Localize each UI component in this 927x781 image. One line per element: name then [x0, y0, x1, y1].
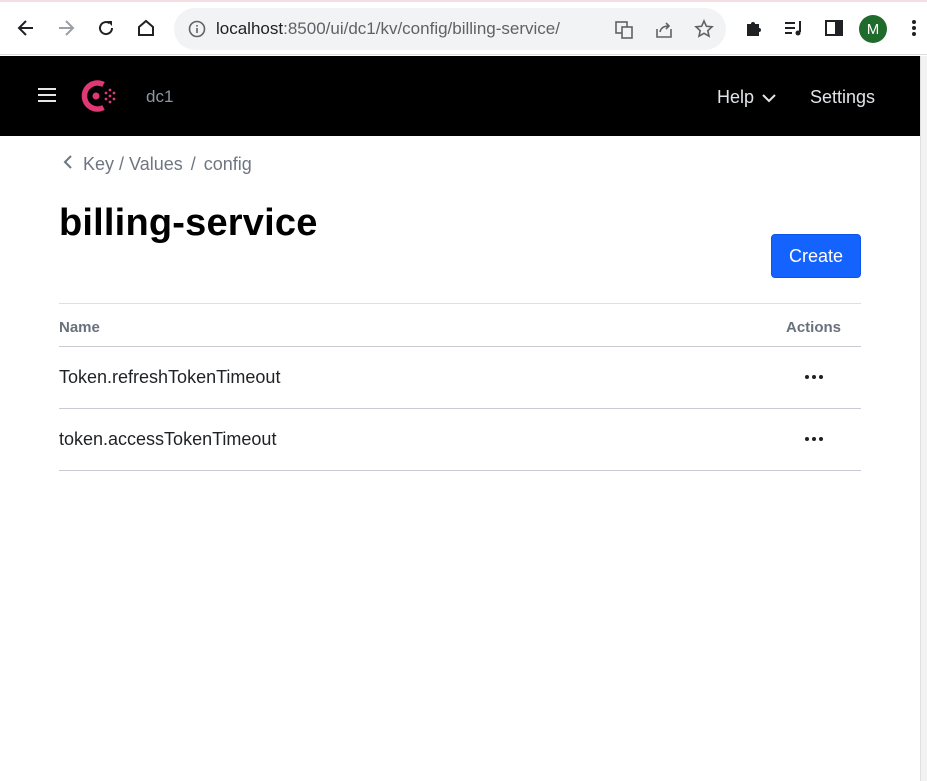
more-actions-icon[interactable] — [804, 431, 824, 447]
datacenter-label[interactable]: dc1 — [146, 87, 173, 107]
chevron-left-icon[interactable] — [63, 154, 73, 175]
kv-name-link[interactable]: Token.refreshTokenTimeout — [59, 367, 280, 388]
kv-table: Name Actions Token.refreshTokenTimeout t… — [59, 303, 861, 471]
breadcrumb-config-link[interactable]: config — [204, 154, 252, 175]
browser-menu-icon[interactable] — [900, 14, 927, 42]
chevron-down-icon — [762, 87, 776, 108]
side-panel-icon[interactable] — [820, 14, 848, 42]
column-header-name: Name — [59, 319, 100, 336]
breadcrumb-separator: / — [190, 154, 196, 174]
kv-name-link[interactable]: token.accessTokenTimeout — [59, 429, 276, 450]
home-icon[interactable] — [132, 14, 160, 42]
url-path: :8500/ui/dc1/kv/config/billing-service/ — [283, 19, 560, 38]
forward-icon[interactable] — [52, 14, 80, 42]
hamburger-menu-icon[interactable] — [38, 88, 56, 102]
site-info-icon[interactable] — [188, 20, 206, 43]
profile-avatar[interactable]: M — [859, 15, 887, 43]
breadcrumb: Key / Values / config — [63, 154, 252, 175]
help-label: Help — [717, 87, 755, 107]
table-row[interactable]: Token.refreshTokenTimeout — [59, 347, 861, 409]
breadcrumb-key-values-link[interactable]: Key / Values — [83, 154, 183, 175]
page-title: billing-service — [59, 202, 318, 244]
share-icon[interactable] — [654, 20, 674, 45]
create-button[interactable]: Create — [771, 234, 861, 278]
url-host: localhost — [216, 19, 284, 38]
app-header: dc1 Help Settings — [0, 56, 920, 136]
extensions-icon[interactable] — [740, 14, 768, 42]
settings-link[interactable]: Settings — [810, 87, 875, 108]
bookmark-star-icon[interactable] — [694, 19, 714, 44]
consul-logo-icon[interactable] — [79, 78, 117, 114]
url-text: localhost:8500/ui/dc1/kv/config/billing-… — [216, 19, 560, 39]
help-menu[interactable]: Help — [717, 87, 776, 108]
reload-icon[interactable] — [92, 14, 120, 42]
media-control-icon[interactable] — [780, 14, 808, 42]
address-bar[interactable]: localhost:8500/ui/dc1/kv/config/billing-… — [174, 8, 726, 50]
back-icon[interactable] — [12, 14, 40, 42]
table-row[interactable]: token.accessTokenTimeout — [59, 409, 861, 471]
page-scrollbar[interactable] — [920, 56, 927, 781]
column-header-actions: Actions — [785, 319, 841, 336]
browser-toolbar: localhost:8500/ui/dc1/kv/config/billing-… — [0, 2, 927, 55]
table-header: Name Actions — [59, 303, 861, 347]
translate-icon[interactable] — [614, 20, 634, 45]
more-actions-icon[interactable] — [804, 369, 824, 385]
